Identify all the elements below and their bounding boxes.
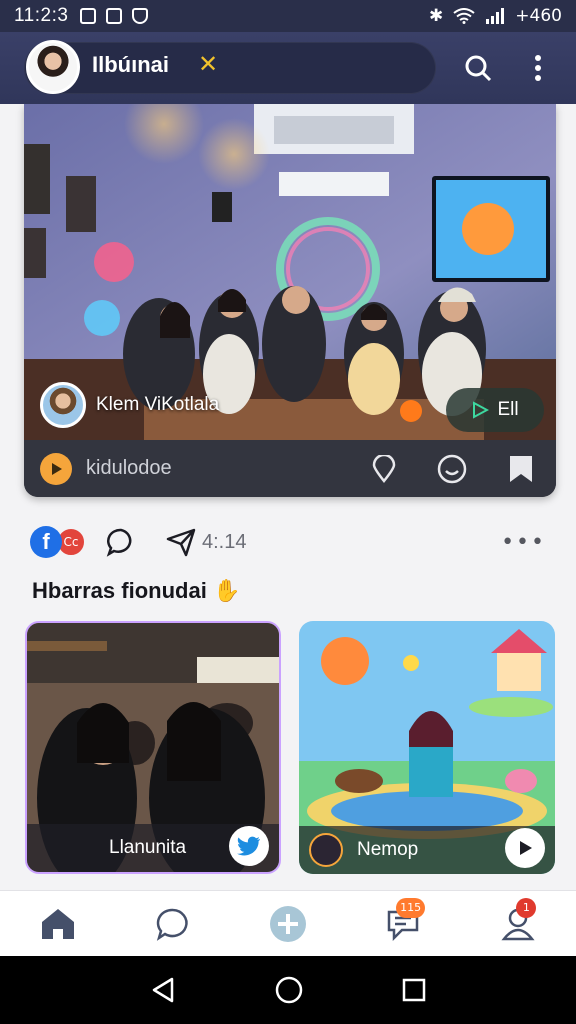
status-time: 11:2:3 (14, 5, 69, 26)
shield-icon (132, 8, 149, 24)
recents-icon[interactable] (402, 978, 426, 1002)
channel-logo-icon (309, 833, 343, 867)
back-icon[interactable] (150, 976, 176, 1004)
more-options-button[interactable]: ••• (501, 530, 546, 555)
search-icon (465, 55, 492, 82)
reaction-icon[interactable] (436, 453, 468, 485)
live-indicator (400, 400, 422, 422)
twitter-share-button[interactable] (229, 826, 269, 866)
add-circle-icon (269, 905, 306, 942)
tile-title: Nemop (357, 839, 419, 860)
profile-badge: 1 (516, 897, 537, 918)
battery-status: +460 (515, 6, 562, 26)
nav-messages[interactable]: 115 (373, 896, 433, 952)
featured-post-card[interactable]: Klem ViKotlala Ell kidulodoe (24, 104, 556, 497)
play-icon (520, 841, 532, 855)
app-logo-icon: ✕ (198, 50, 219, 78)
overflow-menu-button[interactable] (516, 46, 560, 90)
user-avatar[interactable] (26, 40, 80, 94)
author-avatar (40, 382, 86, 428)
status-bar: 11:2:3 ✱ +460 (0, 0, 576, 32)
post-author-chip[interactable]: Klem ViKotlala (40, 382, 219, 428)
wifi-icon (453, 8, 475, 24)
storage-icon (106, 8, 123, 24)
app-title: Ilbúınai (92, 52, 169, 77)
share-count: 4:.14 (202, 530, 247, 553)
tile-title: Llanunita (109, 837, 187, 858)
play-video-button[interactable]: Ell (446, 388, 544, 432)
post-toolbar: kidulodoe (24, 440, 556, 497)
play-icon (52, 462, 62, 475)
bookmark-icon[interactable] (508, 454, 534, 484)
home-icon (41, 908, 74, 939)
post-photo[interactable]: Klem ViKotlala Ell (24, 104, 556, 440)
bottom-nav: 115 1 (0, 890, 576, 956)
author-name: Klem ViKotlala (96, 394, 220, 415)
send-icon[interactable] (166, 527, 196, 557)
notification-icon (80, 8, 97, 24)
play-button[interactable] (505, 828, 545, 868)
section-title-text: Hbarras fionudai (32, 578, 207, 603)
signal-icon (486, 8, 505, 24)
vibrate-icon: ✱ (429, 6, 444, 26)
more-vertical-icon (535, 55, 541, 81)
nav-create[interactable] (258, 896, 318, 952)
chat-bubble-icon (156, 908, 188, 941)
post-actions-row: f Cc 4:.14 ••• (30, 522, 546, 562)
nav-home[interactable] (28, 896, 88, 952)
feed[interactable]: Klem ViKotlala Ell kidulodoe f Cc 4:.14 … (0, 104, 576, 890)
location-pin-icon[interactable] (372, 454, 396, 483)
search-button[interactable] (456, 46, 500, 90)
nav-profile[interactable]: 1 (488, 896, 548, 952)
home-circle-icon[interactable] (275, 976, 303, 1004)
play-outline-icon (473, 401, 490, 419)
audio-play-button[interactable] (40, 452, 72, 485)
twitter-bird-icon (237, 836, 261, 856)
section-title: Hbarras fionudai ✋ (32, 578, 240, 604)
video-tile[interactable]: Llanunita (25, 621, 281, 874)
messages-badge: 115 (396, 897, 426, 918)
app-header: Ilbúınai ✕ (0, 32, 576, 104)
system-nav-bar (0, 956, 576, 1024)
play-label: Ell (497, 399, 519, 420)
nav-chat[interactable] (143, 896, 203, 952)
wave-icon: ✋ (212, 578, 241, 603)
comment-icon[interactable] (106, 527, 136, 557)
profile-pill[interactable] (24, 42, 436, 94)
facebook-share-button[interactable]: f (30, 526, 62, 558)
video-tile[interactable]: Nemop (299, 621, 555, 874)
post-caption: kidulodoe (86, 457, 172, 479)
